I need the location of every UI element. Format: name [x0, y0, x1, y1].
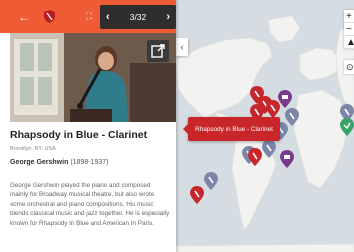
map-pin-other[interactable]: [340, 118, 354, 136]
story-pager: ‹ 3/32 ›: [100, 5, 176, 29]
fullscreen-icon[interactable]: ⛶: [80, 0, 98, 33]
compass-icon[interactable]: ▲: [344, 36, 354, 49]
story-location: Brooklyn, NY, USA: [10, 146, 56, 152]
composer-years: (1898-1937): [70, 159, 109, 166]
collapse-panel-button[interactable]: ‹: [176, 38, 188, 56]
zoom-control: + − ▲: [344, 10, 354, 49]
map-pin-active[interactable]: [190, 186, 204, 204]
back-arrow-icon[interactable]: ←: [14, 0, 34, 33]
locate-icon[interactable]: ⊙: [344, 60, 354, 74]
story-title: Rhapsody in Blue - Clarinet: [10, 129, 148, 141]
map-pin-active[interactable]: [248, 148, 262, 166]
composer-name: George Gershwin: [10, 159, 69, 166]
story-photo[interactable]: [10, 33, 176, 122]
zoom-out-button[interactable]: −: [344, 23, 354, 36]
map-tooltip[interactable]: Rhapsody in Blue - Clarinet: [183, 117, 280, 141]
share-icon[interactable]: [147, 40, 169, 62]
zoom-in-button[interactable]: +: [344, 10, 354, 23]
composer-line: George Gershwin (1898-1937): [10, 159, 108, 166]
story-description: George Gershwin played the piano and com…: [10, 182, 170, 227]
top-bar: ← ⛶ ‹ 3/32 ›: [0, 0, 176, 33]
map-pin[interactable]: [204, 172, 218, 190]
pager-count: 3/32: [129, 12, 147, 22]
map-pin[interactable]: [262, 140, 276, 158]
shield-logo-icon[interactable]: [38, 0, 60, 33]
map-pin-building[interactable]: [278, 90, 292, 108]
story-panel: ← ⛶ ‹ 3/32 › Rhapsody in Blue - Clarinet…: [0, 0, 176, 252]
chevron-right-icon[interactable]: ›: [166, 11, 170, 23]
chevron-left-icon[interactable]: ‹: [106, 11, 110, 23]
map-pin-building[interactable]: [280, 150, 294, 168]
